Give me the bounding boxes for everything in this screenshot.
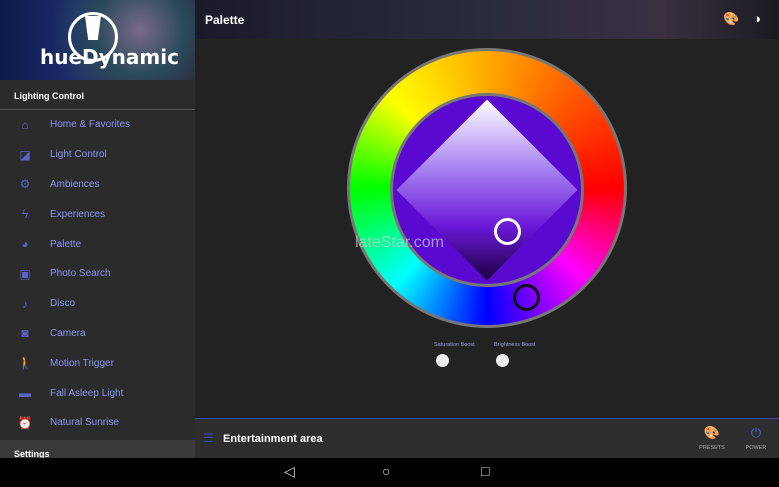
recents-icon[interactable]: □ bbox=[481, 463, 489, 479]
sidebar-item-photo-search[interactable]: ▣ Photo Search bbox=[0, 259, 195, 289]
light-control-icon: ◪ bbox=[19, 147, 31, 162]
sidebar-item-label: Home & Favorites bbox=[50, 119, 131, 131]
palette-icon: 🎨 bbox=[703, 425, 721, 440]
sidebar-item-home-favorites[interactable]: ⌂ Home & Favorites bbox=[0, 110, 195, 140]
power-icon: ⏻ bbox=[750, 425, 762, 440]
home-icon[interactable]: ○ bbox=[382, 463, 390, 479]
sv-diamond[interactable] bbox=[396, 99, 578, 281]
sidebar-item-light-control[interactable]: ◪ Light Control bbox=[0, 140, 195, 170]
section-settings[interactable]: Settings bbox=[0, 440, 195, 458]
gear-icon: ⚙ bbox=[19, 177, 31, 192]
sidebar-item-label: Fall Asleep Light bbox=[50, 387, 124, 399]
back-icon[interactable]: ◁ bbox=[284, 463, 295, 480]
saturation-brightness-picker[interactable] bbox=[390, 93, 584, 287]
app-logo: hueDynamic bbox=[40, 45, 179, 69]
sidebar-item-label: Natural Sunrise bbox=[50, 417, 119, 429]
brightness-boost-toggle[interactable] bbox=[496, 354, 509, 367]
home-icon: ⌂ bbox=[21, 117, 29, 132]
presets-label: PRESETS bbox=[699, 445, 725, 451]
section-lighting-control: Lighting Control bbox=[0, 80, 195, 110]
sidebar-item-label: Light Control bbox=[50, 149, 107, 161]
sidebar-item-palette[interactable]: ◕ Palette bbox=[0, 229, 195, 259]
hue-selector-handle[interactable] bbox=[513, 284, 540, 311]
sidebar-item-experiences[interactable]: ϟ Experiences bbox=[0, 199, 195, 229]
sidebar-item-label: Photo Search bbox=[50, 268, 111, 280]
sidebar-item-disco[interactable]: ♪ Disco bbox=[0, 289, 195, 319]
walking-icon: 🚶 bbox=[17, 356, 33, 371]
saturation-boost-toggle[interactable] bbox=[436, 354, 449, 367]
power-button[interactable]: ⏻ POWER bbox=[736, 425, 776, 451]
bottom-bar: ☰ Entertainment area 🎨 PRESETS ⏻ POWER bbox=[195, 418, 779, 458]
entertainment-area-label[interactable]: Entertainment area bbox=[223, 433, 323, 445]
app-bar: Palette 🎨 ◑ bbox=[195, 0, 779, 39]
sidebar-item-ambiences[interactable]: ⚙ Ambiences bbox=[0, 170, 195, 200]
brightness-boost-label: Brightness Boost bbox=[494, 342, 536, 348]
menu-icon[interactable]: ☰ bbox=[203, 431, 214, 445]
image-icon: ▣ bbox=[19, 266, 31, 281]
sidebar-item-label: Experiences bbox=[50, 208, 106, 220]
alarm-icon: ⏰ bbox=[17, 415, 33, 430]
sv-selector-handle[interactable] bbox=[494, 218, 521, 245]
sidebar-item-fall-asleep-light[interactable]: ▬ Fall Asleep Light bbox=[0, 378, 195, 408]
sidebar-item-label: Camera bbox=[50, 327, 86, 339]
contrast-icon[interactable]: ◑ bbox=[753, 11, 761, 26]
presets-button[interactable]: 🎨 PRESETS bbox=[692, 425, 732, 451]
palette-icon[interactable]: 🎨 bbox=[723, 11, 739, 27]
sidebar-item-motion-trigger[interactable]: 🚶 Motion Trigger bbox=[0, 348, 195, 378]
drawer-header: hueDynamic bbox=[0, 0, 195, 80]
palette-icon: ◕ bbox=[21, 237, 29, 252]
sidebar-item-label: Motion Trigger bbox=[50, 357, 114, 369]
sidebar-item-natural-sunrise[interactable]: ⏰ Natural Sunrise bbox=[0, 408, 195, 438]
sidebar-item-label: Disco bbox=[50, 298, 76, 310]
bolt-icon: ϟ bbox=[21, 207, 29, 222]
sidebar-item-label: Palette bbox=[50, 238, 82, 250]
page-title: Palette bbox=[205, 13, 245, 27]
navigation-drawer: hueDynamic Lighting Control ⌂ Home & Favo… bbox=[0, 0, 195, 458]
sidebar-item-camera[interactable]: ◙ Camera bbox=[0, 319, 195, 349]
music-note-icon: ♪ bbox=[22, 296, 28, 311]
system-nav-bar: ◁ ○ □ bbox=[0, 458, 779, 487]
sidebar-item-label: Ambiences bbox=[50, 178, 100, 190]
power-label: POWER bbox=[745, 445, 767, 451]
saturation-boost-label: Saturation Boost bbox=[434, 342, 475, 348]
bed-icon: ▬ bbox=[19, 386, 31, 401]
camera-icon: ◙ bbox=[21, 326, 29, 341]
watermark: lateStar.com bbox=[355, 234, 444, 251]
